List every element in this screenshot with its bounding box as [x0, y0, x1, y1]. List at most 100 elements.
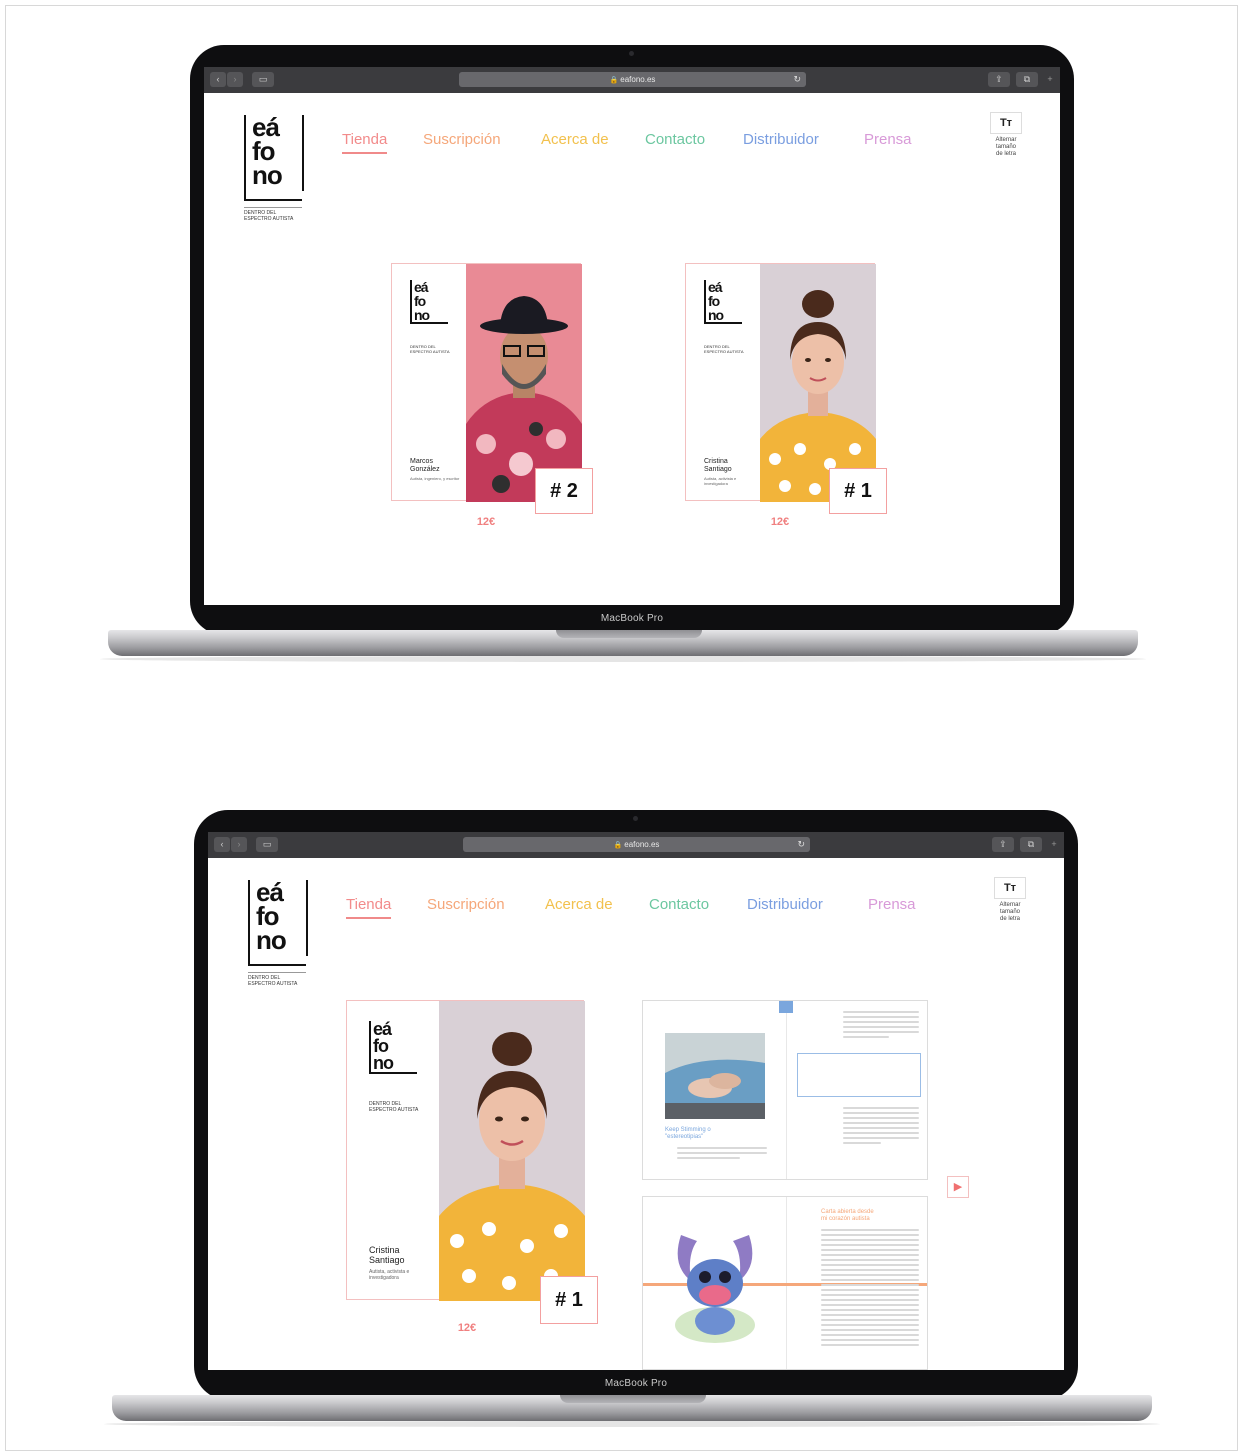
spread-heading-line-2: "estereotipias" — [665, 1134, 704, 1140]
nav-acerca-de[interactable]: Acerca de — [545, 896, 613, 913]
spread-heading: Keep Stimming o "estereotipias" — [665, 1127, 711, 1141]
logo-line-3: no — [256, 925, 287, 955]
magazine-spread-1[interactable]: Keep Stimming o "estereotipias" — [642, 1000, 928, 1180]
portrait-man-illustration — [466, 296, 582, 502]
spread-photo-hands — [665, 1033, 765, 1119]
laptop-base — [108, 630, 1138, 656]
cover-subtitle-line-2: ESPECTRO AUTISTA — [369, 1107, 419, 1113]
portrait-woman-illustration — [439, 1032, 585, 1301]
reload-icon[interactable]: ↻ — [797, 837, 805, 852]
laptop-base — [112, 1395, 1152, 1421]
site-logo[interactable]: eá fo no DENTRO DEL ESPECTRO AUTISTA — [248, 879, 308, 987]
issue-number-badge: # 2 — [535, 468, 593, 514]
cover-subtitle: DENTRO DEL ESPECTRO AUTISTA — [410, 344, 450, 354]
share-icon[interactable]: ⇪ — [988, 72, 1010, 87]
spread-heading-line-2: mi corazón autista — [821, 1216, 870, 1222]
logo-subtitle: DENTRO DEL ESPECTRO AUTISTA — [244, 207, 302, 222]
nav-suscripcion[interactable]: Suscripción — [427, 896, 505, 913]
logo-subtitle: DENTRO DEL ESPECTRO AUTISTA — [248, 972, 306, 987]
text-size-label-2: tamaño — [995, 144, 1016, 150]
cover-name-line-1: Cristina — [704, 458, 728, 465]
chevron-left-icon[interactable]: ‹ — [210, 72, 226, 87]
sidebar-icon[interactable]: ▭ — [252, 72, 274, 87]
issue-number-badge: # 1 — [540, 1276, 598, 1324]
spread-gutter — [786, 1001, 787, 1179]
address-bar[interactable]: 🔒 eafono.es ↻ — [459, 72, 806, 87]
product-card-issue-1[interactable]: eá fo no DENTRO DEL ESPECTRO AUTISTA Cri… — [685, 263, 895, 533]
text-size-label-1: Alternar — [995, 137, 1017, 143]
lock-icon: 🔒 — [613, 842, 623, 849]
nav-tienda[interactable]: Tienda — [346, 896, 392, 919]
cover-name-line-1: Marcos — [410, 458, 433, 465]
tabs-icon[interactable]: ⧉ — [1016, 72, 1038, 87]
cover-person-role: Autista, activista e investigadora — [704, 476, 737, 486]
issue-number-badge: # 1 — [829, 468, 887, 514]
product-price: 12€ — [770, 516, 790, 528]
camera-icon — [629, 51, 634, 56]
chevron-right-icon[interactable]: › — [231, 837, 247, 852]
cover-name-line-2: Santiago — [704, 466, 732, 473]
spread-body-text — [677, 1147, 767, 1162]
chevron-left-icon[interactable]: ‹ — [214, 837, 230, 852]
nav-acerca-de[interactable]: Acerca de — [541, 131, 609, 148]
nav-prensa[interactable]: Prensa — [868, 896, 916, 913]
cover-logo: eá fo no — [369, 1020, 417, 1074]
spread-diagram — [797, 1053, 921, 1097]
cover-logo: eá fo no — [704, 280, 742, 324]
chevron-right-icon[interactable]: › — [227, 72, 243, 87]
cover-logo-line-3: no — [708, 307, 724, 323]
cover-logo-line-1: eá — [414, 279, 429, 295]
sidebar-icon[interactable]: ▭ — [256, 837, 278, 852]
spread-column-text — [843, 1011, 919, 1041]
laptop-bezel: ‹ › ▭ 🔒 eafono.es ↻ ⇪ ⧉ + eá fo no DENTR… — [190, 45, 1074, 635]
cover-logo-line-3: no — [373, 1053, 394, 1073]
new-tab-icon[interactable]: + — [1044, 72, 1056, 87]
logo-frame: eá fo no — [244, 114, 304, 201]
cover-name-line-2: Santiago — [369, 1255, 405, 1265]
nav-suscripcion[interactable]: Suscripción — [423, 131, 501, 148]
reload-icon[interactable]: ↻ — [793, 72, 801, 87]
browser-screen: ‹ › ▭ 🔒 eafono.es ↻ ⇪ ⧉ + eá fo no DENTR… — [204, 67, 1060, 605]
cover-logo-line-3: no — [414, 307, 430, 323]
spread-stitch-illustration — [667, 1225, 763, 1345]
play-right-icon[interactable]: ▶ — [947, 1176, 969, 1198]
magazine-spread-2[interactable]: Carta abierta desde mi corazón autista — [642, 1196, 928, 1370]
cover-logo-line-1: eá — [708, 279, 723, 295]
text-size-label: Alternar tamaño de letra — [989, 137, 1023, 158]
share-icon[interactable]: ⇪ — [992, 837, 1014, 852]
magazine-cover: eá fo no DENTRO DEL ESPECTRO AUTISTA Cri… — [346, 1000, 585, 1301]
stitch-character-illustration — [675, 1235, 755, 1343]
nav-contacto[interactable]: Contacto — [645, 131, 705, 148]
text-size-button[interactable]: Tт — [990, 112, 1022, 134]
logo-wordmark: eá fo no — [252, 114, 283, 188]
product-price: 12€ — [457, 1322, 477, 1334]
site-logo[interactable]: eá fo no DENTRO DEL ESPECTRO AUTISTA — [244, 114, 304, 222]
portrait-woman-illustration — [760, 290, 876, 502]
cover-person-name: Cristina Santiago — [369, 1245, 405, 1265]
cover-logo: eá fo no — [410, 280, 448, 324]
nav-tienda[interactable]: Tienda — [342, 131, 388, 154]
cover-logo-line-2: fo — [414, 293, 426, 309]
laptop-notch — [560, 1395, 706, 1403]
laptop-bezel: ‹ › ▭ 🔒 eafono.es ↻ ⇪ ⧉ + eá fo no DENTR… — [194, 810, 1078, 1400]
cover-person-role: Autista, activista e investigadora — [369, 1269, 410, 1281]
cover-logo-line-2: fo — [708, 293, 720, 309]
cover-subtitle-line-2: ESPECTRO AUTISTA — [410, 349, 450, 354]
nav-prensa[interactable]: Prensa — [864, 131, 912, 148]
product-card-issue-2[interactable]: eá fo no DENTRO DEL ESPECTRO AUTISTA Mar… — [391, 263, 601, 533]
text-size-label: Alternar tamaño de letra — [993, 902, 1027, 923]
spread-heading-line-1: Keep Stimming o — [665, 1127, 711, 1133]
nav-distribuidor[interactable]: Distribuidor — [743, 131, 819, 148]
text-size-button[interactable]: Tт — [994, 877, 1026, 899]
tabs-icon[interactable]: ⧉ — [1020, 837, 1042, 852]
address-bar[interactable]: 🔒 eafono.es ↻ — [463, 837, 810, 852]
spread-tab-marker — [779, 1001, 793, 1013]
product-detail-issue-1[interactable]: eá fo no DENTRO DEL ESPECTRO AUTISTA Cri… — [346, 1000, 606, 1340]
magazine-cover: eá fo no DENTRO DEL ESPECTRO AUTISTA Mar… — [391, 263, 582, 502]
text-size-toggle: Tт Alternar tamaño de letra — [989, 112, 1023, 158]
nav-contacto[interactable]: Contacto — [649, 896, 709, 913]
spread-heading-line-1: Carta abierta desde — [821, 1209, 874, 1215]
cover-subtitle: DENTRO DEL ESPECTRO AUTISTA — [704, 344, 744, 354]
new-tab-icon[interactable]: + — [1048, 837, 1060, 852]
nav-distribuidor[interactable]: Distribuidor — [747, 896, 823, 913]
